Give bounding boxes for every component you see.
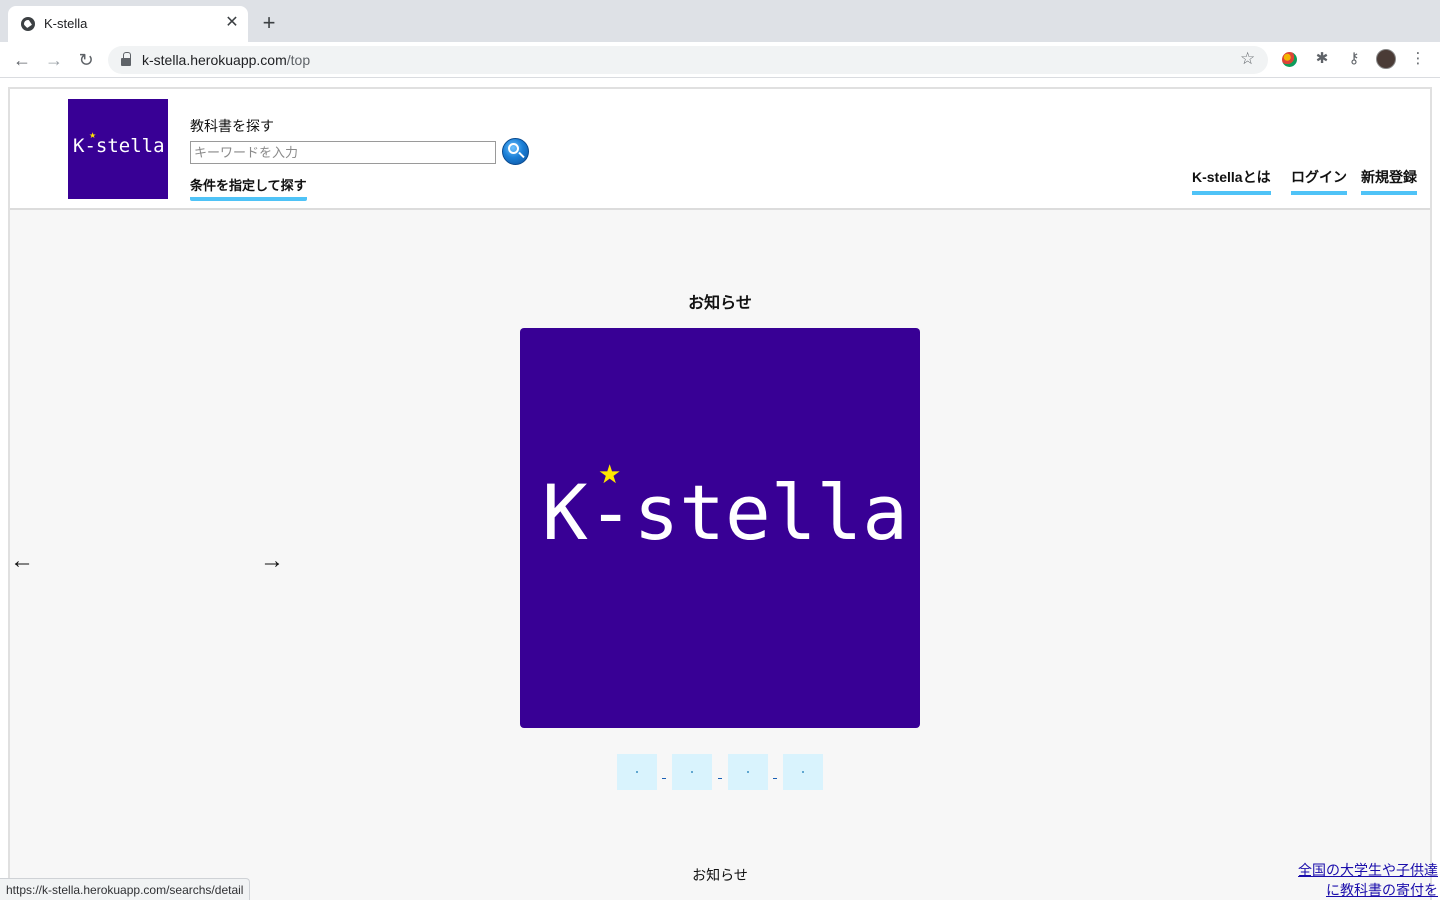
back-icon[interactable]: ← [10,48,34,72]
lock-icon[interactable] [121,52,131,66]
carousel-prev-arrow[interactable]: ← [10,547,34,575]
promo-line-2: に教科書の寄付を [1326,882,1438,898]
carousel-next-arrow[interactable]: → [260,547,284,575]
search-button[interactable] [502,138,529,165]
browser-tab[interactable]: K-stella ✕ [8,6,248,42]
keyword-search-input[interactable] [190,141,496,164]
key-icon[interactable]: ⚷ [1344,49,1364,69]
reload-icon[interactable]: ↻ [74,48,98,72]
slide-logo-text: K-stella [542,468,909,557]
carousel-indicator-3[interactable] [728,754,768,790]
logo-text: K-stella [73,135,165,157]
indicator-separator [662,765,666,779]
globe-icon [21,17,35,31]
more-menu-icon[interactable]: ⋮ [1408,49,1428,69]
site-logo[interactable]: K-stella ★ [68,99,168,199]
indicator-separator [718,765,722,779]
news-heading: お知らせ [688,295,752,312]
logo-star-icon: ★ [89,131,97,140]
carousel-indicator-1[interactable] [617,754,657,790]
carousel-indicator-2[interactable] [672,754,712,790]
nav-about[interactable]: K-stellaとは [1192,167,1271,195]
magnifier-icon [508,143,519,154]
puzzle-extensions-icon[interactable]: ✱ [1312,49,1332,69]
url-host: k-stella.herokuapp.com [142,52,287,68]
carousel-indicator-4[interactable] [783,754,823,790]
url-path: /top [286,52,311,68]
nav-login[interactable]: ログイン [1291,167,1347,195]
forward-icon[interactable]: → [42,48,66,72]
tab-title: K-stella [44,16,88,31]
advanced-search-link[interactable]: 条件を指定して探す [190,175,307,201]
color-extension-icon[interactable] [1282,52,1297,67]
carousel-slide[interactable]: ★ K-stella [520,328,920,728]
new-tab-button[interactable]: + [258,12,280,34]
donation-promo-link[interactable]: 全国の大学生や子供達 に教科書の寄付を [1288,860,1438,900]
address-bar[interactable]: k-stella.herokuapp.com/top ☆ [108,46,1268,74]
url-text[interactable]: k-stella.herokuapp.com/top [142,52,310,68]
indicator-separator [773,765,777,779]
bookmark-star-icon[interactable]: ☆ [1240,49,1255,69]
search-label: 教科書を探す [190,118,274,134]
nav-signup[interactable]: 新規登録 [1361,167,1417,195]
link-status-bar: https://k-stella.herokuapp.com/searchs/d… [0,878,251,900]
tab-strip: K-stella ✕ + [0,0,1440,42]
close-icon[interactable]: ✕ [224,15,240,31]
browser-toolbar: ← → ↻ k-stella.herokuapp.com/top ☆ [0,42,1440,78]
site-header: K-stella ★ 教科書を探す 条件を指定して探す K-stellaとは ロ… [10,89,1430,210]
profile-avatar[interactable] [1376,49,1396,69]
page-viewport: K-stella ★ 教科書を探す 条件を指定して探す K-stellaとは ロ… [8,87,1438,900]
promo-line-1: 全国の大学生や子供達 [1298,862,1438,878]
